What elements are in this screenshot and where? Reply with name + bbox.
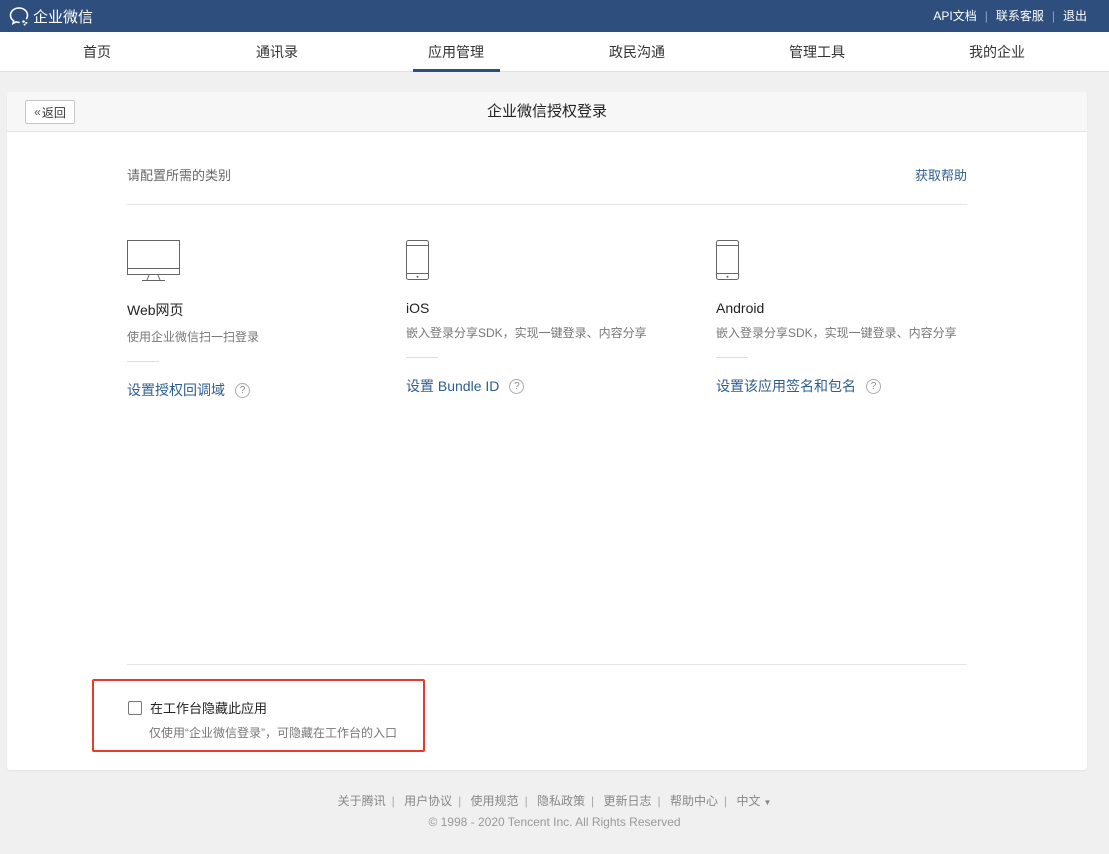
link-label: 设置该应用签名和包名	[716, 378, 856, 394]
top-bar: 企业微信 API文档 | 联系客服 | 退出	[0, 0, 1109, 32]
language-label: 中文	[736, 794, 761, 808]
help-question-icon[interactable]: ?	[866, 378, 881, 394]
set-bundle-id-link[interactable]: 设置 Bundle ID ?	[406, 376, 676, 396]
top-links: API文档 | 联系客服 | 退出	[933, 7, 1087, 24]
logout-link[interactable]: 退出	[1063, 7, 1087, 24]
hide-app-label: 在工作台隐藏此应用	[150, 701, 268, 716]
nav-item-home[interactable]: 首页	[57, 32, 137, 72]
page-title: 企业微信授权登录	[486, 103, 607, 120]
app-name: 企业微信	[33, 8, 94, 26]
get-help-link[interactable]: 获取帮助	[915, 165, 967, 184]
copyright: © 1998 - 2020 Tencent Inc. All Rights Re…	[428, 815, 681, 829]
hide-app-description: 仅使用“企业微信登录”，可隐藏在工作台的入口	[149, 726, 397, 740]
nav-item-gov-communication[interactable]: 政民沟通	[597, 32, 677, 72]
contact-support-link[interactable]: 联系客服	[996, 7, 1044, 24]
divider	[127, 664, 967, 665]
separator: |	[724, 794, 728, 808]
platform-android: Android 嵌入登录分享SDK，实现一键登录、内容分享 设置该应用签名和包名…	[716, 240, 986, 396]
auth-login-panel: « 返回 企业微信授权登录 请配置所需的类别 获取帮助 Web网页 使用企业微信…	[7, 92, 1087, 770]
wecom-logo-icon	[9, 7, 29, 26]
divider	[127, 204, 967, 205]
link-label: 设置 Bundle ID	[406, 378, 500, 394]
active-tab-indicator	[413, 69, 500, 72]
divider	[127, 361, 159, 362]
set-callback-domain-link[interactable]: 设置授权回调域 ?	[127, 380, 397, 400]
main-nav: 首页 通讯录 应用管理 政民沟通 管理工具 我的企业	[0, 32, 1109, 72]
platform-description: 使用企业微信扫一扫登录	[127, 330, 260, 344]
platform-description: 嵌入登录分享SDK，实现一键登录、内容分享	[716, 326, 957, 340]
footer-link-user-agreement[interactable]: 用户协议	[404, 794, 452, 808]
help-question-icon[interactable]: ?	[235, 382, 250, 398]
separator: |	[458, 794, 462, 808]
monitor-icon	[127, 240, 397, 282]
config-category-label: 请配置所需的类别	[127, 168, 232, 183]
app-logo[interactable]: 企业微信	[8, 5, 93, 27]
footer-link-privacy[interactable]: 隐私政策	[537, 794, 585, 808]
platform-name: Web网页	[127, 302, 184, 318]
separator: |	[1051, 8, 1055, 23]
separator: |	[391, 794, 395, 808]
separator: |	[984, 8, 988, 23]
hide-app-option-highlight: 在工作台隐藏此应用 仅使用“企业微信登录”，可隐藏在工作台的入口	[92, 679, 425, 752]
footer-link-help-center[interactable]: 帮助中心	[670, 794, 718, 808]
separator: |	[524, 794, 528, 808]
caret-down-icon: ▼	[763, 798, 772, 807]
phone-icon	[406, 240, 676, 282]
footer-link-changelog[interactable]: 更新日志	[604, 794, 652, 808]
set-signature-package-link[interactable]: 设置该应用签名和包名 ?	[716, 376, 986, 396]
separator: |	[591, 794, 595, 808]
hide-app-option[interactable]: 在工作台隐藏此应用	[128, 698, 267, 717]
footer-link-usage-rules[interactable]: 使用规范	[471, 794, 519, 808]
divider	[716, 357, 748, 358]
api-docs-link[interactable]: API文档	[933, 7, 976, 24]
footer-link-about[interactable]: 关于腾讯	[338, 794, 386, 808]
platform-name: iOS	[406, 300, 430, 316]
language-selector[interactable]: 中文 ▼	[736, 794, 771, 808]
hide-app-checkbox[interactable]	[128, 700, 142, 715]
nav-item-contacts[interactable]: 通讯录	[237, 32, 317, 72]
nav-item-app-management[interactable]: 应用管理	[416, 32, 496, 72]
nav-item-management-tools[interactable]: 管理工具	[777, 32, 857, 72]
link-label: 设置授权回调域	[127, 382, 225, 398]
phone-icon	[716, 240, 986, 282]
help-question-icon[interactable]: ?	[509, 378, 525, 394]
nav-item-my-enterprise[interactable]: 我的企业	[957, 32, 1037, 72]
platform-web: Web网页 使用企业微信扫一扫登录 设置授权回调域 ?	[127, 240, 397, 400]
platform-name: Android	[716, 300, 765, 316]
separator: |	[657, 794, 661, 808]
divider	[406, 357, 438, 358]
platform-description: 嵌入登录分享SDK，实现一键登录、内容分享	[406, 326, 647, 340]
platform-ios: iOS 嵌入登录分享SDK，实现一键登录、内容分享 设置 Bundle ID ?	[406, 240, 676, 396]
panel-header: « 返回 企业微信授权登录	[7, 92, 1087, 132]
footer-links: 关于腾讯 | 用户协议 | 使用规范 | 隐私政策 | 更新日志 | 帮助中心 | 中文 ▼	[0, 792, 1109, 809]
